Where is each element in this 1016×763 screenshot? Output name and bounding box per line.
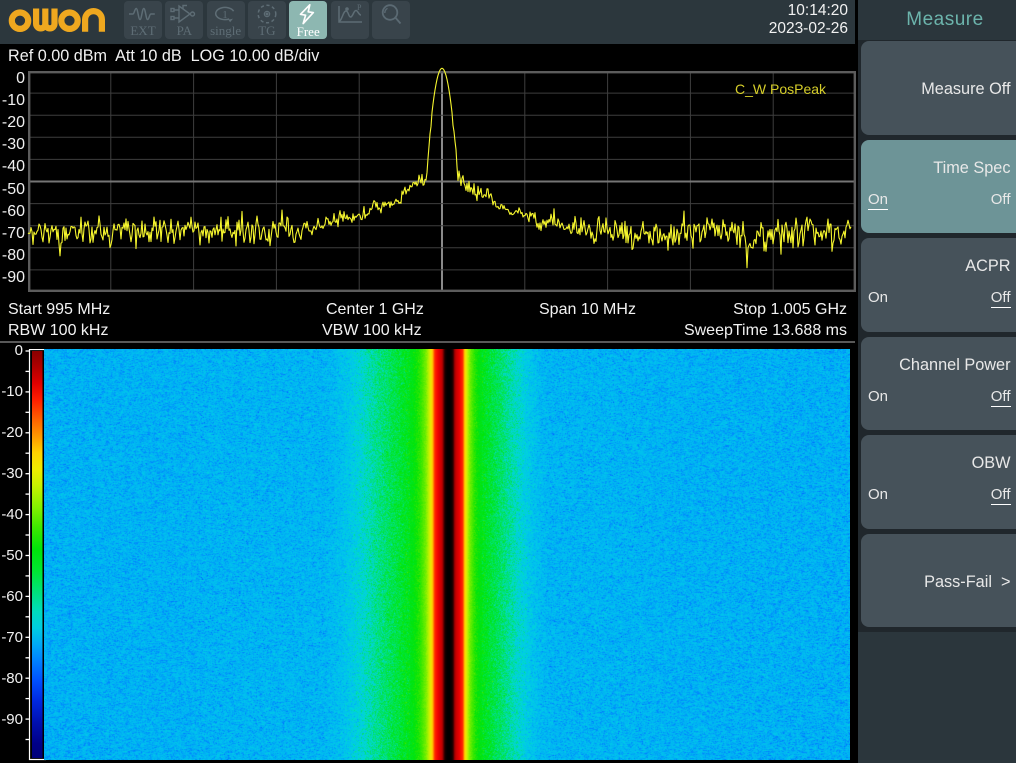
svg-text:P: P [357,4,362,12]
svg-text:1: 1 [222,9,228,21]
